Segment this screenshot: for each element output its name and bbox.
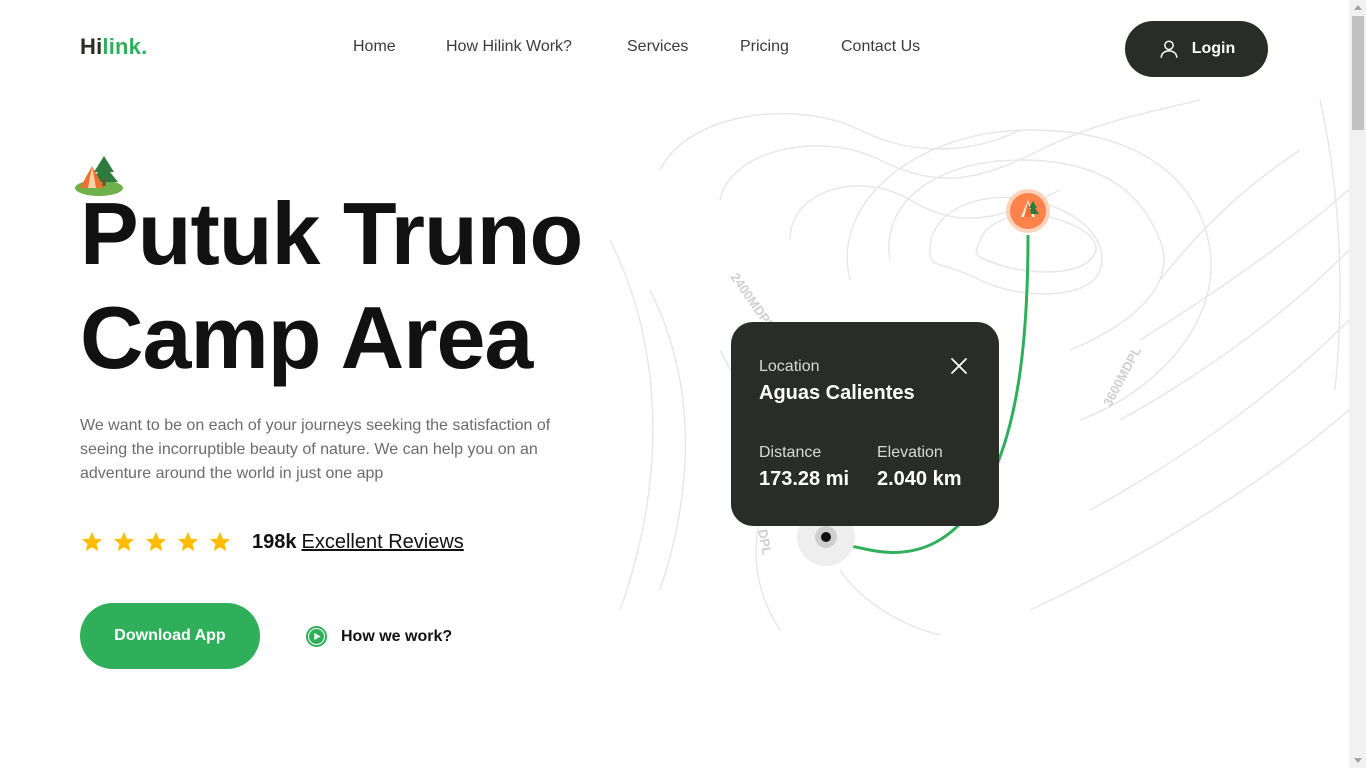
nav-services[interactable]: Services: [627, 38, 688, 56]
hero-title-line-1: Putuk Truno: [80, 184, 583, 283]
reviews-link[interactable]: Excellent Reviews: [302, 531, 464, 554]
nav-how-hilink-work[interactable]: How Hilink Work?: [446, 38, 572, 56]
login-button[interactable]: Login: [1125, 21, 1268, 77]
logo-suffix: link.: [102, 34, 148, 59]
distance-value: 173.28 mi: [759, 468, 850, 490]
play-icon: [306, 626, 327, 647]
rating-stars: [80, 530, 232, 554]
how-we-work-button[interactable]: How we work?: [306, 626, 452, 647]
nav-contact-us[interactable]: Contact Us: [841, 38, 920, 56]
nav-home[interactable]: Home: [353, 38, 396, 56]
scrollbar-thumb[interactable]: [1352, 16, 1364, 130]
logo[interactable]: Hilink.: [80, 34, 147, 60]
start-point: [821, 532, 831, 542]
star-icon: [114, 532, 134, 551]
elevation-label: Elevation: [877, 444, 943, 461]
rating: 198k Excellent Reviews: [80, 530, 464, 554]
how-we-work-label: How we work?: [341, 627, 453, 645]
page-scrollbar[interactable]: [1349, 0, 1366, 768]
location-label: Location: [759, 358, 820, 375]
location-pin-icon[interactable]: [1005, 188, 1051, 238]
user-icon: [1160, 40, 1178, 58]
download-app-button[interactable]: Download App: [80, 603, 260, 669]
location-card: Location Aguas Calientes Distance 173.28…: [731, 322, 999, 526]
star-icon: [178, 532, 198, 551]
scroll-down-arrow-icon[interactable]: [1354, 758, 1362, 763]
hero-description: We want to be on each of your journeys s…: [80, 417, 551, 482]
location-value: Aguas Calientes: [759, 382, 915, 404]
login-label: Login: [1191, 40, 1236, 57]
distance-label: Distance: [759, 444, 822, 461]
nav-pricing[interactable]: Pricing: [740, 38, 789, 56]
star-icon: [146, 532, 166, 551]
logo-prefix: Hi: [80, 34, 103, 59]
review-count: 198k: [252, 530, 297, 553]
hero-title-line-2: Camp Area: [80, 288, 533, 387]
hero-title: Putuk Truno Camp Area: [80, 182, 680, 390]
close-icon[interactable]: [950, 357, 968, 375]
scroll-up-arrow-icon[interactable]: [1354, 5, 1362, 10]
star-icon: [82, 532, 102, 551]
star-icon: [210, 532, 230, 551]
elevation-value: 2.040 km: [877, 468, 962, 490]
